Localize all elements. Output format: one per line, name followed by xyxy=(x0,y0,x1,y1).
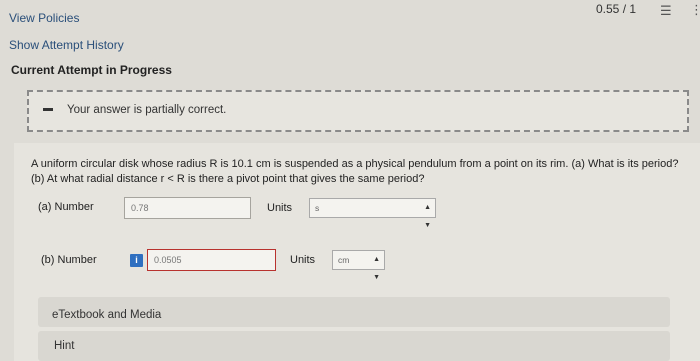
feedback-box: Your answer is partially correct. xyxy=(27,90,689,132)
part-a-label: (a) Number xyxy=(38,201,94,213)
score-display: 0.55 / 1 xyxy=(596,2,637,16)
info-icon[interactable]: i xyxy=(130,254,143,267)
minus-icon xyxy=(43,108,53,111)
part-b-unit-value: cm xyxy=(338,255,350,265)
list-icon[interactable]: ☰ xyxy=(660,3,672,19)
part-a-number-input[interactable]: 0.78 xyxy=(124,197,251,219)
select-arrows-icon: ▲ ▼ xyxy=(373,256,380,281)
question-card: A uniform circular disk whose radius R i… xyxy=(14,143,700,361)
part-a-unit-value: s xyxy=(315,203,320,213)
part-a-units-select[interactable]: s ▲ ▼ xyxy=(309,198,436,229)
etextbook-label: eTextbook and Media xyxy=(52,309,162,321)
show-attempt-history-link[interactable]: Show Attempt History xyxy=(9,38,124,52)
part-b-number-input[interactable]: 0.0505 xyxy=(147,249,276,271)
current-attempt-heading: Current Attempt in Progress xyxy=(11,63,172,77)
hint-label: Hint xyxy=(54,340,75,352)
part-b-units-label: Units xyxy=(290,254,316,266)
select-arrows-icon: ▲ ▼ xyxy=(424,204,431,229)
part-a-units-label: Units xyxy=(267,202,293,214)
hint-button[interactable]: Hint xyxy=(38,331,670,361)
feedback-message: Your answer is partially correct. xyxy=(67,104,227,116)
part-b-label: (b) Number xyxy=(41,254,97,266)
question-text: A uniform circular disk whose radius R i… xyxy=(31,158,679,185)
view-policies-link[interactable]: View Policies xyxy=(9,11,79,25)
part-b-units-select[interactable]: cm ▲ ▼ xyxy=(332,250,385,281)
more-vertical-icon[interactable]: ⋮ xyxy=(690,2,700,18)
etextbook-media-button[interactable]: eTextbook and Media xyxy=(38,297,670,327)
